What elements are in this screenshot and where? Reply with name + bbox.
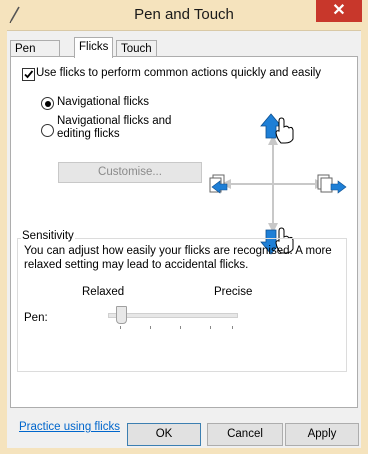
customise-button[interactable]: Customise... <box>58 162 202 183</box>
flicks-tab-panel: Use flicks to perform common actions qui… <box>10 56 358 433</box>
slider-thumb[interactable] <box>116 306 127 324</box>
hand-cursor-icon <box>275 117 294 144</box>
sensitivity-legend: Sensitivity <box>21 230 75 242</box>
tab-flicks[interactable]: Flicks <box>74 37 114 58</box>
slider-track <box>108 313 238 318</box>
radio-selected-dot <box>44 100 51 107</box>
flick-right-arrow-icon <box>317 174 347 194</box>
flick-left-arrow-icon <box>209 174 228 194</box>
relaxed-label: Relaxed <box>82 286 125 298</box>
navigational-editing-flicks-radio[interactable] <box>41 124 54 137</box>
title-bar: Pen and Touch ✕ <box>0 0 368 30</box>
close-icon: ✕ <box>332 2 346 19</box>
pen-label: Pen: <box>24 312 48 324</box>
cancel-button[interactable]: Cancel <box>207 423 283 446</box>
sensitivity-slider[interactable] <box>104 306 240 332</box>
sensitivity-description: You can adjust how easily your flicks ar… <box>24 245 332 271</box>
tab-pen-options[interactable]: Pen Options <box>10 40 60 71</box>
flicks-diagram <box>209 113 347 255</box>
checkmark-icon <box>24 70 34 79</box>
close-button[interactable]: ✕ <box>316 0 362 22</box>
cross-lines <box>221 135 325 233</box>
ok-button[interactable]: OK <box>127 423 201 446</box>
use-flicks-label[interactable]: Use flicks to perform common actions qui… <box>36 67 321 79</box>
tab-touch[interactable]: Touch <box>116 40 157 57</box>
navigational-flicks-label[interactable]: Navigational flicks <box>57 96 149 108</box>
navigational-flicks-radio[interactable] <box>41 97 54 110</box>
window-title: Pen and Touch <box>134 6 234 23</box>
practice-flicks-link[interactable]: Practice using flicks <box>19 421 120 433</box>
precise-label: Precise <box>214 286 253 298</box>
dialog-body: Pen Options Flicks Touch Use flicks to p… <box>7 30 361 448</box>
use-flicks-checkbox[interactable] <box>22 68 35 81</box>
navigational-editing-flicks-label[interactable]: Navigational flicks and editing flicks <box>57 115 171 141</box>
apply-button[interactable]: Apply <box>285 423 359 446</box>
